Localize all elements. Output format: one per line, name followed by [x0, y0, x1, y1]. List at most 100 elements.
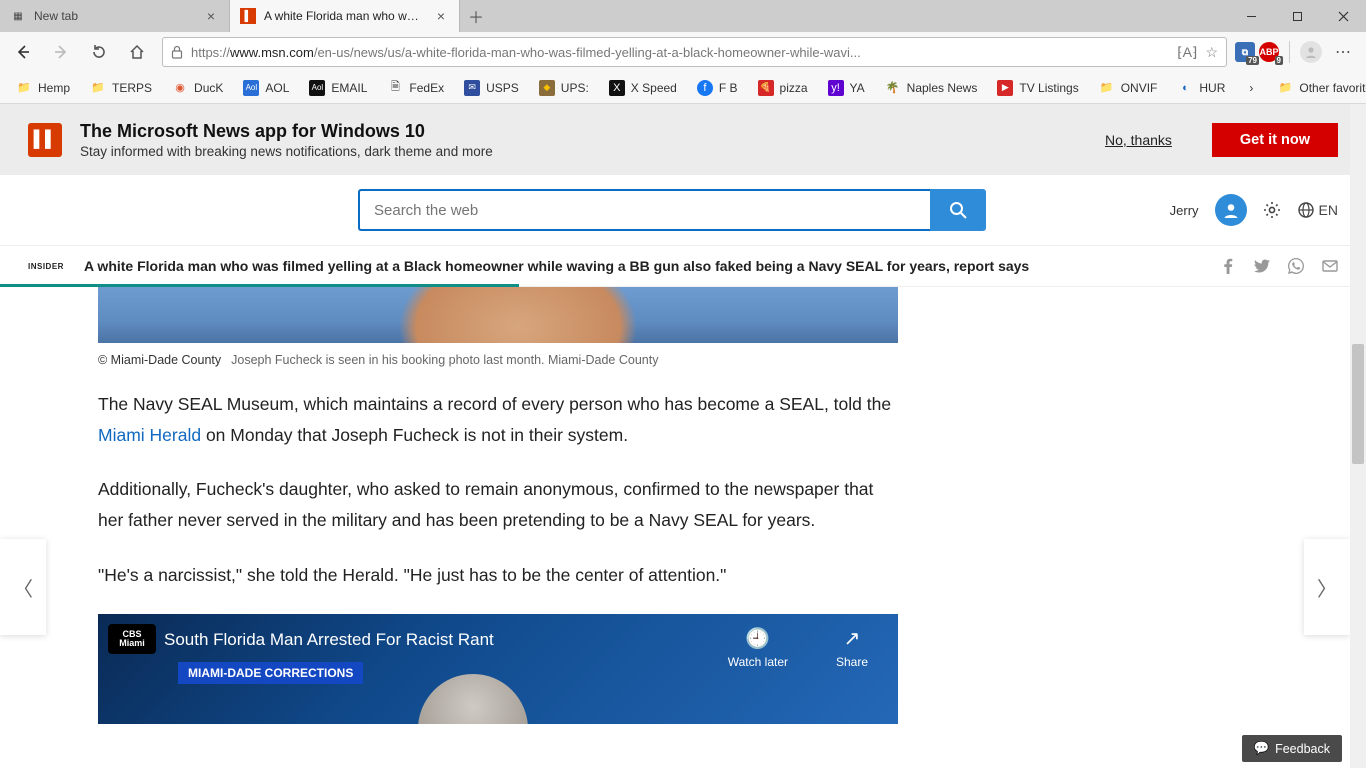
extension-collections[interactable]: ⧉79	[1235, 42, 1255, 62]
fav-terps[interactable]: 📁TERPS	[82, 76, 160, 100]
get-it-now-button[interactable]: Get it now	[1212, 123, 1338, 157]
gear-icon	[1263, 201, 1281, 219]
fav-email[interactable]: AolEMAIL	[301, 76, 375, 100]
close-icon[interactable]: ×	[203, 8, 219, 24]
article-source: INSIDER	[28, 262, 64, 271]
video-still	[418, 674, 528, 724]
fav-pizza[interactable]: 🍕pizza	[750, 76, 816, 100]
extension-adblock[interactable]: ABP9	[1259, 42, 1279, 62]
naples-icon: 🌴	[885, 80, 901, 96]
folder-icon: 📁	[16, 80, 32, 96]
browser-toolbar: https://www.msn.com/en-us/news/us/a-whit…	[0, 32, 1366, 72]
folder-icon: 📁	[1277, 80, 1293, 96]
search-icon	[948, 200, 968, 220]
globe-icon	[1297, 201, 1315, 219]
fav-ups[interactable]: ◆UPS:	[531, 76, 597, 100]
article-body: © Miami-Dade CountyJoseph Fucheck is see…	[0, 287, 998, 724]
email-icon[interactable]	[1322, 258, 1338, 274]
fav-usps[interactable]: ✉USPS	[456, 76, 527, 100]
duck-icon: ◉	[172, 80, 188, 96]
tab-article[interactable]: ▌ A white Florida man who was fil… ×	[230, 0, 460, 32]
fav-hemp[interactable]: 📁Hemp	[8, 76, 78, 100]
tv-icon: ▶	[997, 80, 1013, 96]
fav-fedex[interactable]: 🗎FedEx	[379, 76, 452, 100]
share-cluster	[1220, 258, 1338, 274]
settings-button[interactable]	[1263, 201, 1281, 219]
paragraph: Additionally, Fucheck's daughter, who as…	[98, 474, 898, 535]
close-icon[interactable]: ×	[433, 8, 449, 24]
url-text: https://www.msn.com/en-us/news/us/a-whit…	[191, 45, 1169, 60]
watch-later-button[interactable]: 🕘Watch later	[728, 626, 788, 669]
share-icon: ↗	[836, 626, 868, 651]
address-bar[interactable]: https://www.msn.com/en-us/news/us/a-whit…	[162, 37, 1227, 67]
video-chyron: MIAMI-DADE CORRECTIONS	[178, 662, 363, 684]
no-thanks-link[interactable]: No, thanks	[1105, 132, 1172, 148]
fav-hur[interactable]: ◐HUR	[1169, 76, 1233, 100]
aol-icon: Aol	[243, 80, 259, 96]
fav-naples[interactable]: 🌴Naples News	[877, 76, 986, 100]
whatsapp-icon[interactable]	[1288, 258, 1304, 274]
embedded-video[interactable]: CBS Miami South Florida Man Arrested For…	[98, 614, 898, 724]
paragraph: The Navy SEAL Museum, which maintains a …	[98, 389, 898, 450]
prev-article-button[interactable]: 〈	[0, 539, 46, 635]
twitter-icon[interactable]	[1254, 258, 1270, 274]
forward-button[interactable]	[44, 36, 78, 68]
tab-new[interactable]: ▦ New tab ×	[0, 0, 230, 32]
home-button[interactable]	[120, 36, 154, 68]
favorites-overflow[interactable]: ›	[1241, 77, 1261, 99]
fb-icon: f	[697, 80, 713, 96]
ups-icon: ◆	[539, 80, 555, 96]
fav-tv[interactable]: ▶TV Listings	[989, 76, 1086, 100]
language-selector[interactable]: EN	[1297, 201, 1338, 219]
fav-duck[interactable]: ◉DucK	[164, 76, 231, 100]
fav-onvif[interactable]: 📁ONVIF	[1091, 76, 1166, 100]
fav-ya[interactable]: y!YA	[820, 76, 873, 100]
video-title: South Florida Man Arrested For Racist Ra…	[164, 630, 494, 650]
back-button[interactable]	[6, 36, 40, 68]
yahoo-icon: y!	[828, 80, 844, 96]
search-button[interactable]	[930, 189, 986, 231]
minimize-button[interactable]	[1228, 0, 1274, 32]
new-tab-button[interactable]: ＋	[460, 0, 492, 32]
username: Jerry	[1170, 203, 1199, 218]
more-button[interactable]: ⋯	[1326, 36, 1360, 68]
refresh-button[interactable]	[82, 36, 116, 68]
close-window-button[interactable]	[1320, 0, 1366, 32]
facebook-icon[interactable]	[1220, 258, 1236, 274]
tab-favicon: ▌	[240, 8, 256, 24]
scrollbar-thumb[interactable]	[1352, 344, 1364, 464]
search-input[interactable]	[358, 189, 930, 231]
tab-label: New tab	[34, 9, 195, 23]
feedback-button[interactable]: 💬Feedback	[1242, 735, 1342, 762]
profile-button[interactable]	[1300, 41, 1322, 63]
promo-title: The Microsoft News app for Windows 10	[80, 121, 1087, 142]
fav-fb[interactable]: fF B	[689, 76, 746, 100]
cbs-logo-icon: CBS Miami	[108, 624, 156, 654]
favorites-bar: 📁Hemp 📁TERPS ◉DucK AolAOL AolEMAIL 🗎FedE…	[0, 72, 1366, 104]
fav-xspeed[interactable]: XX Speed	[601, 76, 685, 100]
page-icon: 🗎	[387, 80, 403, 96]
page-viewport: ▌▌ The Microsoft News app for Windows 10…	[0, 104, 1366, 768]
promo-subtitle: Stay informed with breaking news notific…	[80, 144, 1087, 159]
maximize-button[interactable]	[1274, 0, 1320, 32]
other-favorites[interactable]: 📁Other favorites	[1269, 76, 1366, 100]
miami-herald-link[interactable]: Miami Herald	[98, 425, 201, 445]
lock-icon	[171, 45, 183, 59]
folder-icon: 📁	[1099, 80, 1115, 96]
usps-icon: ✉	[464, 80, 480, 96]
share-button[interactable]: ↗Share	[836, 626, 868, 669]
clock-icon: 🕘	[728, 626, 788, 651]
tab-label: A white Florida man who was fil…	[264, 9, 425, 23]
image-caption: © Miami-Dade CountyJoseph Fucheck is see…	[98, 353, 998, 367]
translate-icon[interactable]: ⁅A⁆	[1177, 44, 1197, 61]
favorite-icon[interactable]: ☆	[1205, 44, 1218, 61]
pizza-icon: 🍕	[758, 80, 774, 96]
page-scrollbar[interactable]	[1350, 104, 1366, 768]
app-promo-banner: ▌▌ The Microsoft News app for Windows 10…	[0, 104, 1366, 175]
fav-aol[interactable]: AolAOL	[235, 76, 297, 100]
user-cluster: Jerry EN	[1170, 194, 1338, 226]
next-article-button[interactable]: 〉	[1304, 539, 1350, 635]
avatar[interactable]	[1215, 194, 1247, 226]
hurricane-icon: ◐	[1177, 80, 1193, 96]
header-search-row: Jerry EN	[0, 175, 1366, 245]
